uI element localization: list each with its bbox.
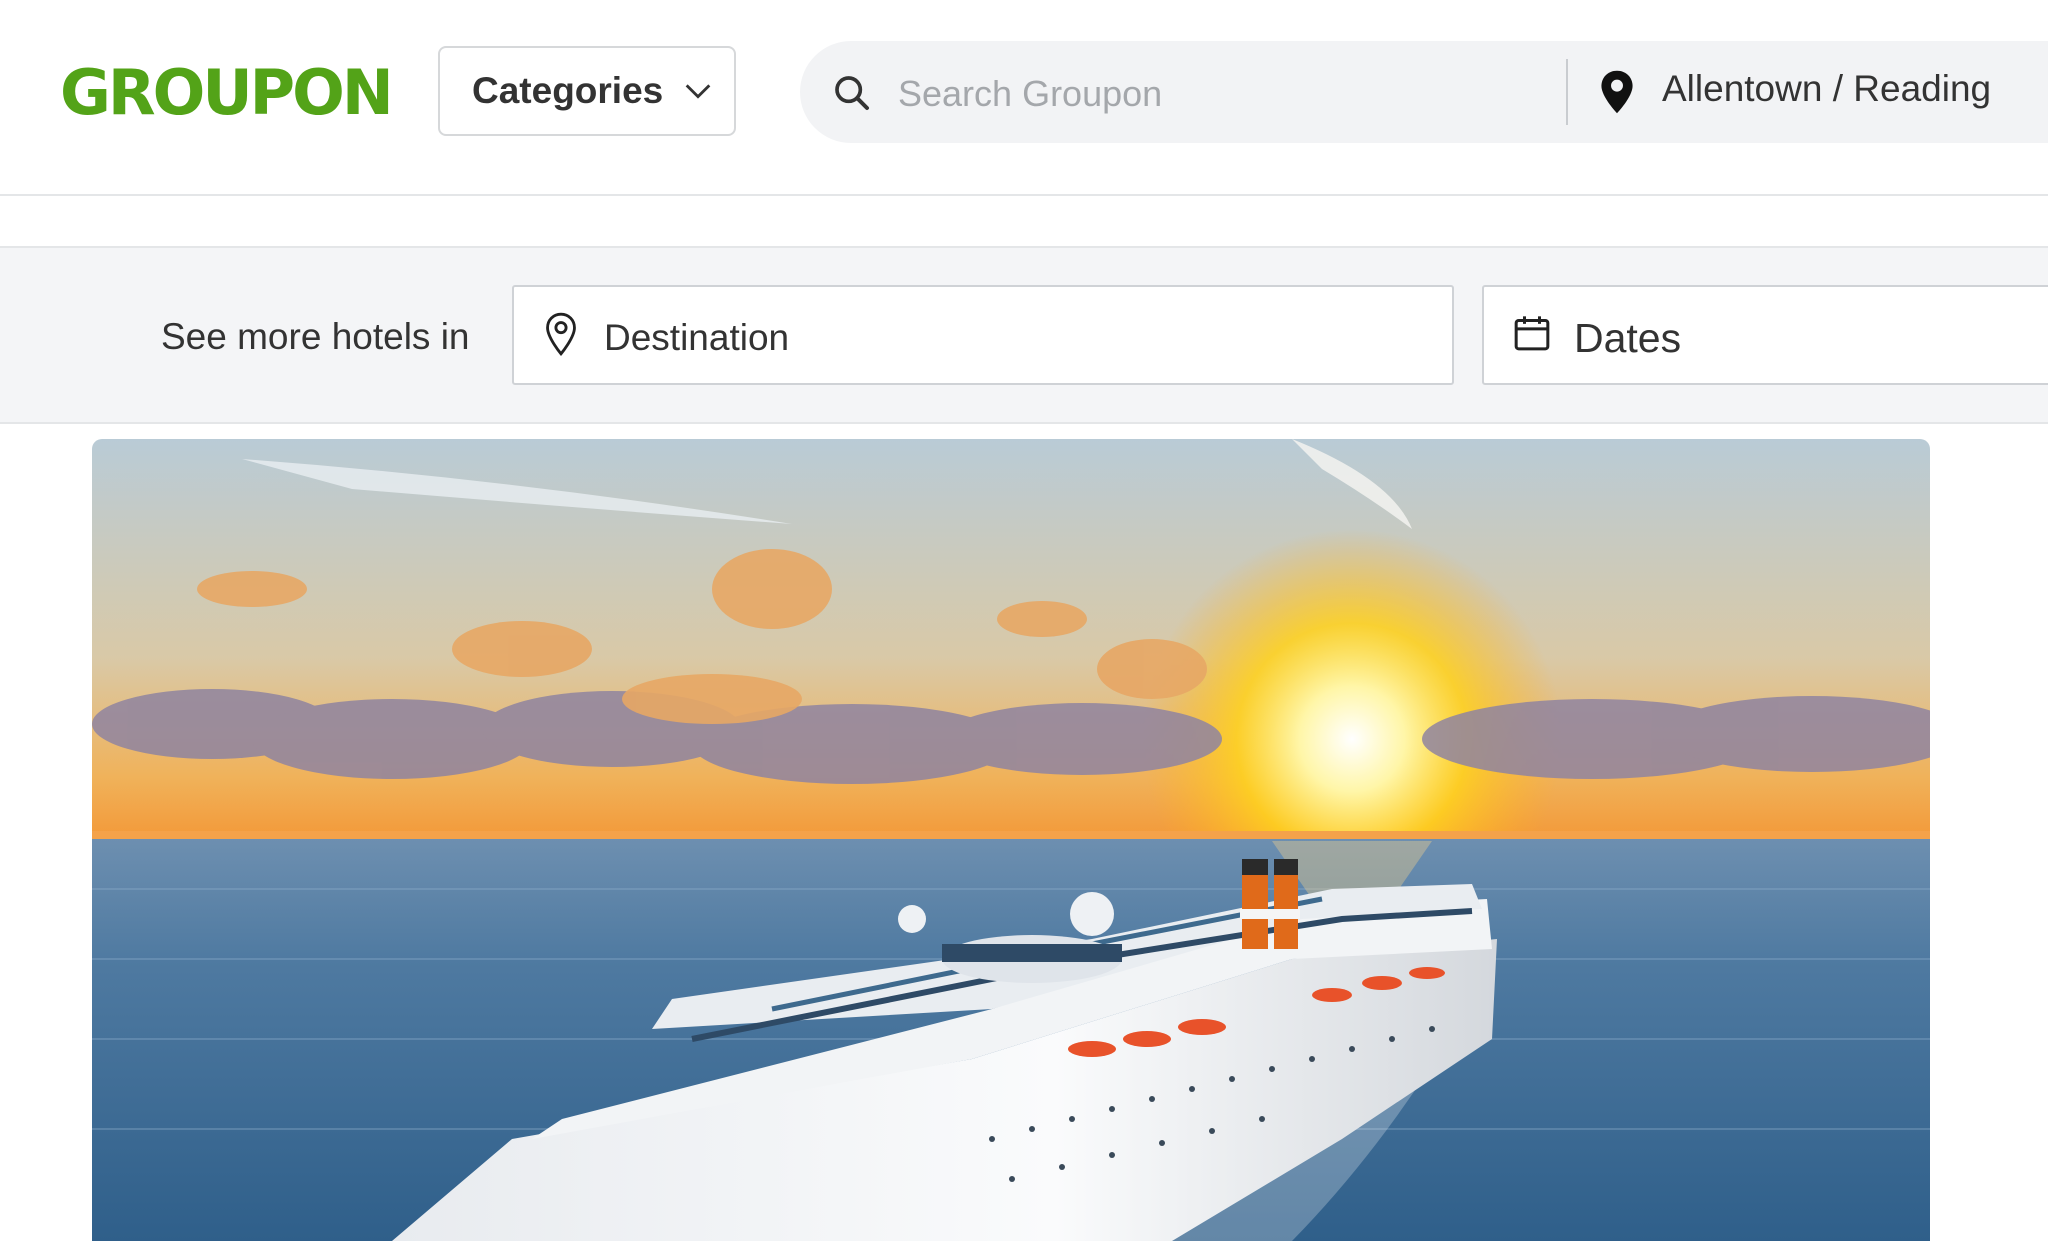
categories-button[interactable]: Categories: [438, 46, 736, 136]
chevron-down-icon: [685, 84, 711, 99]
location-selector[interactable]: Allentown / Reading: [1662, 68, 1991, 110]
site-header: GROUPON Categories Allentown / Reading: [0, 0, 2048, 196]
hotel-search-label: See more hotels in: [161, 316, 470, 357]
cruise-ship-image: [92, 439, 1930, 1241]
logo-text: GROUPON: [60, 56, 394, 129]
deal-hero-image[interactable]: [92, 439, 1930, 1241]
categories-label: Categories: [472, 70, 664, 111]
destination-field[interactable]: Destination: [512, 285, 1454, 385]
search-bar: Allentown / Reading: [800, 41, 2048, 143]
search-icon[interactable]: [832, 73, 872, 113]
map-pin-icon: [1601, 70, 1633, 114]
dates-field[interactable]: Dates: [1482, 285, 2048, 385]
groupon-logo[interactable]: GROUPON: [60, 56, 394, 129]
location-outline-icon: [546, 312, 576, 357]
hotel-search-bar: See more hotels in Destination Dates: [0, 246, 2048, 424]
search-input[interactable]: [896, 63, 1540, 125]
dates-placeholder: Dates: [1574, 315, 1682, 361]
calendar-icon: [1514, 316, 1550, 351]
search-divider: [1566, 59, 1568, 125]
destination-placeholder: Destination: [604, 317, 790, 358]
